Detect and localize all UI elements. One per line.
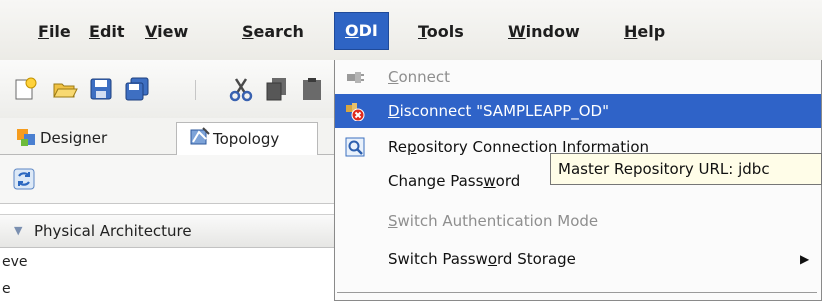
menu-help-mnemonic: H (624, 22, 638, 41)
menu-search-mnemonic: S (242, 22, 254, 41)
menu-item-connect-mnemonic: C (388, 68, 399, 86)
menubar: File Edit View Search ODI Tools Window H… (0, 0, 822, 60)
menu-search-label: earch (253, 22, 304, 41)
paste-icon[interactable] (300, 76, 326, 102)
menu-edit-label: dit (99, 22, 125, 41)
tab-designer-label: Designer (40, 129, 108, 147)
tree-item[interactable]: eve (2, 254, 28, 270)
menu-view[interactable]: View (135, 18, 198, 46)
menu-search[interactable]: Search (232, 18, 314, 46)
menu-item-connect[interactable]: Connect (335, 60, 821, 94)
tree-item[interactable]: e (2, 281, 11, 297)
connect-icon (347, 72, 364, 83)
menu-odi-label: DI (358, 21, 378, 40)
open-folder-icon[interactable] (52, 76, 78, 102)
tab-topology-label: Topology (213, 130, 280, 148)
menu-item-connect-label: onnect (398, 68, 451, 86)
physical-architecture-header[interactable]: ▼ Physical Architecture (0, 214, 335, 248)
navigator-tabs: Designer Topology (0, 118, 335, 156)
copy-icon[interactable] (264, 76, 290, 102)
menu-help-label: elp (637, 22, 666, 41)
menu-window-mnemonic: W (508, 22, 526, 41)
menu-file-label: ile (48, 22, 71, 41)
menu-item-disconnect[interactable]: Disconnect "SAMPLEAPP_OD" (335, 94, 821, 128)
menu-tools-mnemonic: T (418, 22, 427, 41)
submenu-arrow-icon: ▶ (800, 252, 810, 266)
menu-edit[interactable]: Edit (79, 18, 135, 46)
collapse-triangle-icon: ▼ (14, 224, 23, 237)
menu-item-disconnect-label: isconnect "SAMPLEAPP_OD" (399, 102, 609, 120)
menu-item-switch-password-storage[interactable]: Switch Password Storage ▶ (335, 242, 821, 276)
designer-icon (17, 129, 35, 146)
menu-item-disconnect-mnemonic: D (388, 102, 400, 120)
repository-url-tooltip: Master Repository URL: jdbc (550, 153, 822, 185)
save-icon[interactable] (88, 76, 114, 102)
menu-window[interactable]: Window (498, 18, 590, 46)
menu-item-switch-auth-label: witch Authentication Mode (397, 212, 599, 230)
topology-toolbar (0, 155, 335, 204)
menu-odi-mnemonic: O (345, 21, 359, 40)
menu-edit-mnemonic: E (89, 22, 100, 41)
menu-item-switch-auth-mnemonic: S (388, 212, 398, 230)
menu-separator (337, 292, 817, 293)
tab-topology[interactable]: Topology (176, 122, 318, 156)
menu-item-change-password-post: ord (495, 172, 521, 190)
menu-item-repo-label-pre: Re (388, 138, 407, 156)
menu-item-switch-password-storage-post: rd Storage (497, 250, 576, 268)
menu-tools[interactable]: Tools (408, 18, 474, 46)
refresh-icon[interactable] (12, 167, 36, 191)
tooltip-text: Master Repository URL: jdbc (558, 160, 770, 178)
repository-search-icon (345, 137, 365, 157)
topology-icon (190, 127, 210, 145)
menu-odi[interactable]: ODI (334, 12, 389, 50)
menu-item-change-password-mnemonic: w (483, 172, 496, 190)
menu-view-label: iew (157, 22, 189, 41)
menu-item-repo-mnemonic: p (406, 138, 417, 156)
disconnect-icon (346, 103, 365, 121)
section-label: Physical Architecture (34, 222, 192, 240)
menu-item-switch-password-storage-pre: Switch Passw (388, 250, 488, 268)
cut-icon[interactable] (228, 76, 254, 102)
main-toolbar (0, 60, 335, 118)
menu-item-switch-authentication-mode[interactable]: Switch Authentication Mode (335, 204, 821, 238)
new-icon[interactable] (12, 76, 38, 102)
menu-window-label: indow (525, 22, 580, 41)
menu-item-change-password-pre: Change Pass (388, 172, 484, 190)
menu-help[interactable]: Help (614, 18, 675, 46)
menu-file-mnemonic: F (38, 22, 49, 41)
menu-tools-label: ools (426, 22, 464, 41)
menu-view-mnemonic: V (145, 22, 158, 41)
save-all-icon[interactable] (124, 76, 150, 102)
toolbar-separator (195, 80, 196, 100)
menu-file[interactable]: File (28, 18, 81, 46)
menu-item-switch-password-storage-mnemonic: o (487, 250, 498, 268)
